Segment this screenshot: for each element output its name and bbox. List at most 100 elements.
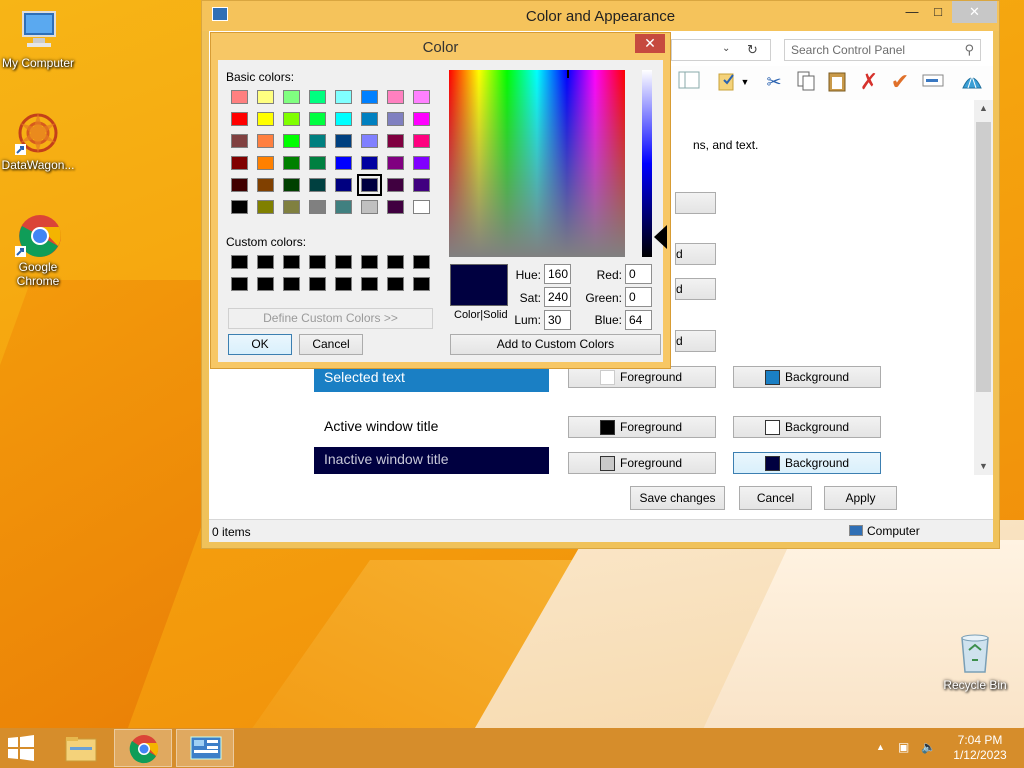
custom-color-swatch[interactable] xyxy=(231,277,248,291)
basic-color-swatch[interactable] xyxy=(283,178,300,192)
paste-icon[interactable] xyxy=(825,70,849,94)
active-title-background-button[interactable]: Background xyxy=(733,416,881,438)
view-icon[interactable] xyxy=(677,70,701,94)
custom-color-swatch[interactable] xyxy=(413,277,430,291)
red-field[interactable]: 0 xyxy=(625,264,652,284)
scroll-down-icon[interactable]: ▼ xyxy=(974,461,993,471)
basic-color-swatch[interactable] xyxy=(387,90,404,104)
custom-color-swatch[interactable] xyxy=(257,277,274,291)
scrollbar-thumb[interactable] xyxy=(976,122,991,392)
chevron-down-icon[interactable]: ▼ xyxy=(739,70,751,94)
basic-color-swatch[interactable] xyxy=(335,90,352,104)
network-icon[interactable]: ▣ xyxy=(898,740,909,754)
custom-color-swatch[interactable] xyxy=(231,255,248,269)
basic-color-swatch[interactable] xyxy=(361,112,378,126)
selected-foreground-button[interactable]: Foreground xyxy=(568,366,716,388)
basic-color-swatch[interactable] xyxy=(231,156,248,170)
search-icon[interactable]: ⚲ xyxy=(964,42,974,58)
hue-field[interactable]: 160 xyxy=(544,264,571,284)
basic-color-swatch[interactable] xyxy=(387,134,404,148)
custom-color-swatch[interactable] xyxy=(361,255,378,269)
custom-color-swatch[interactable] xyxy=(413,255,430,269)
basic-color-swatch[interactable] xyxy=(309,90,326,104)
desktop-icon-google-chrome[interactable]: Google Chrome xyxy=(0,212,78,288)
ok-button[interactable]: OK xyxy=(228,334,292,355)
show-hidden-icons[interactable]: ▲ xyxy=(876,742,885,752)
luminance-slider[interactable] xyxy=(642,70,652,257)
basic-color-swatch[interactable] xyxy=(309,112,326,126)
custom-color-swatch[interactable] xyxy=(257,255,274,269)
window-titlebar[interactable]: Color and Appearance — □ ✕ xyxy=(202,1,999,31)
basic-color-swatch[interactable] xyxy=(257,156,274,170)
delete-icon[interactable]: ✗ xyxy=(857,70,881,94)
custom-color-swatch[interactable] xyxy=(387,277,404,291)
basic-color-swatch[interactable] xyxy=(387,156,404,170)
color-spectrum[interactable] xyxy=(449,70,625,257)
basic-color-swatch[interactable] xyxy=(309,178,326,192)
basic-color-swatch[interactable] xyxy=(413,178,430,192)
sat-field[interactable]: 240 xyxy=(544,287,571,307)
basic-color-swatch[interactable] xyxy=(335,134,352,148)
cancel-button[interactable]: Cancel xyxy=(739,486,812,510)
inactive-title-foreground-button[interactable]: Foreground xyxy=(568,452,716,474)
basic-color-swatch[interactable] xyxy=(283,156,300,170)
system-clock[interactable]: 7:04 PM 1/12/2023 xyxy=(948,733,1012,763)
basic-color-swatch[interactable] xyxy=(361,200,378,214)
scroll-up-icon[interactable]: ▲ xyxy=(974,103,993,113)
active-title-foreground-button[interactable]: Foreground xyxy=(568,416,716,438)
basic-color-swatch[interactable] xyxy=(231,178,248,192)
checkmark-icon[interactable]: ✔ xyxy=(888,70,912,94)
close-button[interactable]: ✕ xyxy=(952,1,997,23)
cut-icon[interactable]: ✂ xyxy=(762,70,786,94)
basic-color-swatch[interactable] xyxy=(257,134,274,148)
basic-color-swatch[interactable] xyxy=(283,90,300,104)
custom-color-swatch[interactable] xyxy=(361,277,378,291)
taskbar-file-explorer[interactable] xyxy=(52,729,110,767)
custom-color-swatch[interactable] xyxy=(309,255,326,269)
basic-color-swatch[interactable] xyxy=(413,112,430,126)
custom-color-swatch[interactable] xyxy=(309,277,326,291)
properties-icon[interactable] xyxy=(715,70,739,94)
start-button[interactable] xyxy=(6,734,40,762)
vertical-scrollbar[interactable]: ▲ ▼ xyxy=(974,100,993,475)
green-field[interactable]: 0 xyxy=(625,287,652,307)
basic-color-swatch[interactable] xyxy=(231,90,248,104)
basic-color-swatch[interactable] xyxy=(257,112,274,126)
basic-color-swatch[interactable] xyxy=(231,200,248,214)
basic-color-swatch[interactable] xyxy=(335,200,352,214)
taskbar-chrome[interactable] xyxy=(114,729,172,767)
desktop-icon-my-computer[interactable]: My Computer xyxy=(0,8,78,70)
luminance-arrow-icon[interactable] xyxy=(654,225,667,249)
cancel-button[interactable]: Cancel xyxy=(299,334,363,355)
volume-icon[interactable]: 🔈 xyxy=(921,740,936,754)
custom-color-swatch[interactable] xyxy=(387,255,404,269)
save-changes-button[interactable]: Save changes xyxy=(630,486,725,510)
close-icon[interactable]: ✕ xyxy=(635,34,665,53)
custom-color-swatch[interactable] xyxy=(283,277,300,291)
custom-color-swatch[interactable] xyxy=(335,255,352,269)
basic-color-swatch[interactable] xyxy=(357,174,382,196)
custom-color-swatch[interactable] xyxy=(335,277,352,291)
basic-color-swatch[interactable] xyxy=(335,156,352,170)
basic-color-swatch[interactable] xyxy=(387,178,404,192)
inactive-title-background-button[interactable]: Background xyxy=(733,452,881,474)
basic-color-swatch[interactable] xyxy=(231,112,248,126)
taskbar-control-panel[interactable] xyxy=(176,729,234,767)
basic-color-swatch[interactable] xyxy=(413,90,430,104)
basic-color-swatch[interactable] xyxy=(309,200,326,214)
item-background-button[interactable]: d xyxy=(675,243,716,265)
basic-color-swatch[interactable] xyxy=(283,200,300,214)
basic-color-swatch[interactable] xyxy=(413,200,430,214)
lum-field[interactable]: 30 xyxy=(544,310,571,330)
item-background-button[interactable]: d xyxy=(675,330,716,352)
define-custom-colors-button[interactable]: Define Custom Colors >> xyxy=(228,308,433,329)
basic-color-swatch[interactable] xyxy=(387,112,404,126)
copy-icon[interactable] xyxy=(794,70,818,94)
basic-color-swatch[interactable] xyxy=(361,90,378,104)
basic-color-swatch[interactable] xyxy=(257,90,274,104)
basic-color-swatch[interactable] xyxy=(283,134,300,148)
blue-field[interactable]: 64 xyxy=(625,310,652,330)
basic-color-swatch[interactable] xyxy=(387,200,404,214)
basic-color-swatch[interactable] xyxy=(231,134,248,148)
search-input[interactable]: Search Control Panel ⚲ xyxy=(784,39,981,61)
